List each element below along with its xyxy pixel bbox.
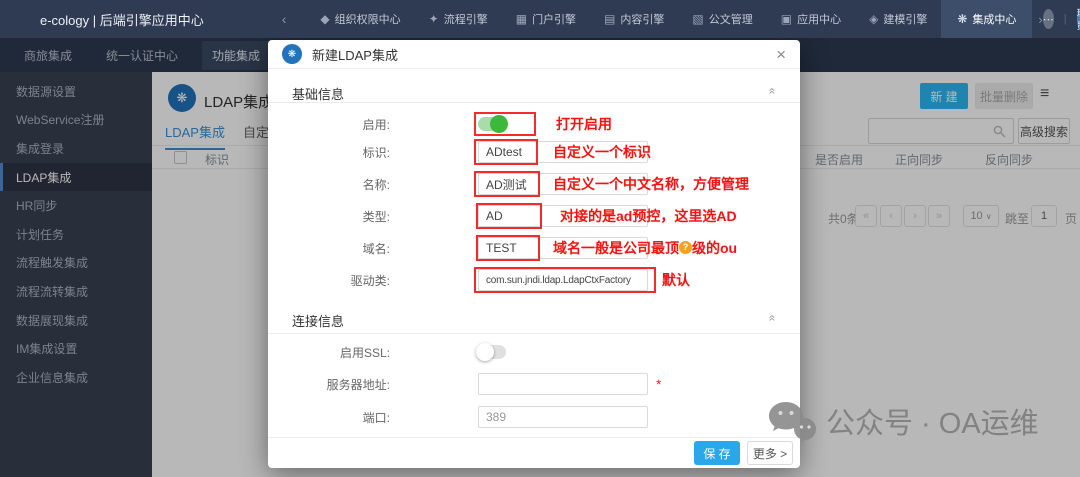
form-row-type: 类型: AD 对接的是ad预控，这里选AD <box>268 204 800 228</box>
top-nav-label: 应用中心 <box>797 11 841 27</box>
field-label: 启用: <box>268 116 390 133</box>
more-button[interactable]: 更多 > <box>747 441 793 465</box>
driver-class-input[interactable]: com.sun.jndi.ldap.LdapCtxFactory <box>478 269 648 291</box>
field-label: 服务器地址: <box>268 376 390 393</box>
required-asterisk: * <box>656 376 661 392</box>
top-nav-label: 门户引擎 <box>532 11 576 27</box>
field-label: 名称: <box>268 176 390 193</box>
annotation-identifier: 自定义一个标识 <box>553 142 651 162</box>
section-connection-info: 连接信息 <box>292 311 344 330</box>
modal-header: ❋ 新建LDAP集成 × <box>268 40 800 69</box>
form-row-name: 名称: AD测试 自定义一个中文名称，方便管理 <box>268 172 800 196</box>
divider: | <box>1064 13 1067 25</box>
top-nav-label: 建模引擎 <box>883 11 927 27</box>
integration-snowflake-icon: ❋ <box>957 12 967 26</box>
close-icon[interactable]: × <box>776 46 786 63</box>
annotation-enable: 打开启用 <box>556 114 612 134</box>
form-row-domain: 域名: TEST 域名一般是公司最顶?级的ou <box>268 236 800 260</box>
top-nav-item-workflow-engine[interactable]: ✦ 流程引擎 <box>429 0 488 38</box>
form-row-ssl: 启用SSL: <box>268 340 800 364</box>
top-nav-label: 流程引擎 <box>444 11 488 27</box>
field-label: 端口: <box>268 409 390 426</box>
document-icon: ▧ <box>692 12 703 26</box>
help-icon: ? <box>679 241 692 254</box>
server-address-input[interactable] <box>478 373 648 395</box>
top-nav-label: 集成中心 <box>972 11 1016 27</box>
divider <box>268 333 800 334</box>
wechat-icon <box>768 400 818 442</box>
top-nav-item-app-center[interactable]: ▣ 应用中心 <box>781 0 841 38</box>
top-nav-item-modeling-engine[interactable]: ◈ 建模引擎 <box>869 0 927 38</box>
annotation-domain: 域名一般是公司最顶?级的ou <box>553 238 737 258</box>
portal-grid-icon: ▦ <box>516 12 527 26</box>
modal-title: 新建LDAP集成 <box>312 45 398 64</box>
field-label: 类型: <box>268 208 390 225</box>
workflow-icon: ✦ <box>429 12 439 26</box>
top-nav-item-content-engine[interactable]: ▤ 内容引擎 <box>604 0 664 38</box>
form-row-port: 端口: 389 <box>268 405 800 429</box>
form-row-driver: 驱动类: com.sun.jndi.ldap.LdapCtxFactory 默认 <box>268 268 800 292</box>
field-label: 域名: <box>268 240 390 257</box>
annotation-name: 自定义一个中文名称，方便管理 <box>553 174 749 194</box>
apps-grid-icon: ▣ <box>781 12 792 26</box>
annotation-driver: 默认 <box>662 270 690 290</box>
collapse-chevron-icon[interactable]: « <box>766 88 780 95</box>
watermark: 公众号 · OA运维 <box>768 400 1039 442</box>
form-row-identifier: 标识: ADtest 自定义一个标识 <box>268 140 800 164</box>
cube-icon: ◈ <box>869 12 878 26</box>
top-nav-label: 组织权限中心 <box>335 11 401 27</box>
avatar[interactable]: 理员 <box>1077 7 1080 31</box>
top-nav-bar: e-cology | 后端引擎应用中心 ‹ ◆ 组织权限中心 ✦ 流程引擎 ▦ … <box>0 0 1080 38</box>
top-nav-items: ◆ 组织权限中心 ✦ 流程引擎 ▦ 门户引擎 ▤ 内容引擎 ▧ 公文管理 ▣ 应… <box>306 0 1032 38</box>
collapse-chevron-icon[interactable]: « <box>766 315 780 322</box>
divider <box>268 437 800 438</box>
top-nav-item-official-doc[interactable]: ▧ 公文管理 <box>692 0 752 38</box>
top-nav-label: 公文管理 <box>709 11 753 27</box>
annotation-type: 对接的是ad预控，这里选AD <box>560 206 737 226</box>
integration-snowflake-icon: ❋ <box>282 44 302 64</box>
toggle-knob <box>490 115 508 133</box>
top-nav-item-integration-center[interactable]: ❋ 集成中心 <box>941 0 1032 38</box>
field-label: 驱动类: <box>268 272 390 289</box>
top-right-cluster: ⋯ | 理员 系统管理员 ∨ <box>1043 0 1080 45</box>
shield-icon: ◆ <box>320 12 329 26</box>
field-label: 启用SSL: <box>268 344 390 361</box>
form-row-enable: 启用: 打开启用 <box>268 112 800 136</box>
top-nav-label: 内容引擎 <box>620 11 664 27</box>
form-row-server: 服务器地址: * <box>268 372 800 396</box>
top-nav-item-portal-engine[interactable]: ▦ 门户引擎 <box>516 0 576 38</box>
field-label: 标识: <box>268 144 390 161</box>
divider <box>268 102 800 103</box>
document-icon: ▤ <box>604 12 615 26</box>
app-brand: e-cology | 后端引擎应用中心 <box>40 10 204 29</box>
toggle-knob <box>476 343 494 361</box>
more-options-icon[interactable]: ⋯ <box>1043 9 1054 29</box>
ssl-toggle[interactable] <box>478 345 506 359</box>
new-ldap-modal: ❋ 新建LDAP集成 × 基础信息 « 启用: 打开启用 标识: ADtest … <box>268 40 800 468</box>
port-input[interactable]: 389 <box>478 406 648 428</box>
enable-toggle[interactable] <box>478 117 506 131</box>
nav-back-chevron-icon[interactable]: ‹ <box>282 11 287 27</box>
top-nav-item-org-permission[interactable]: ◆ 组织权限中心 <box>320 0 400 38</box>
watermark-text: 公众号 · OA运维 <box>826 400 1039 442</box>
save-button[interactable]: 保 存 <box>694 441 740 465</box>
section-basic-info: 基础信息 <box>292 84 344 103</box>
